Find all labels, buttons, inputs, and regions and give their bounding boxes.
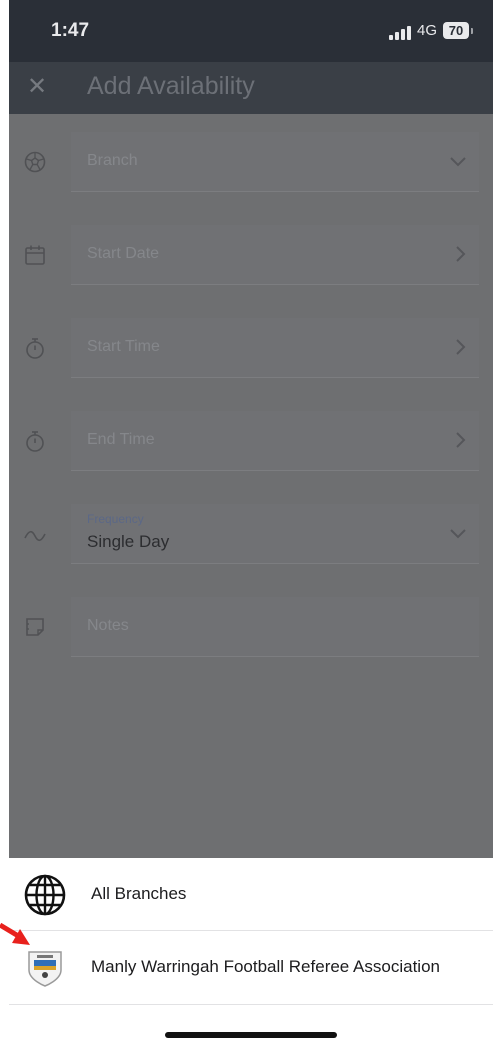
branch-placeholder: Branch	[87, 152, 138, 169]
end-time-row[interactable]: End Time	[9, 411, 493, 471]
option-all-branches[interactable]: All Branches	[9, 858, 493, 930]
phone-screen: 1:47 4G 70 ✕ Add Availability Branch Sta…	[9, 0, 493, 1045]
branch-field[interactable]: Branch	[71, 132, 479, 192]
note-icon	[26, 618, 44, 636]
end-time-placeholder: End Time	[87, 431, 155, 448]
chevron-down-icon	[450, 157, 466, 167]
chevron-right-icon	[456, 339, 466, 355]
notes-placeholder: Notes	[87, 617, 129, 634]
start-date-field[interactable]: Start Date	[71, 225, 479, 285]
start-time-placeholder: Start Time	[87, 338, 160, 355]
battery-icon: 70	[443, 22, 469, 39]
start-time-field[interactable]: Start Time	[71, 318, 479, 378]
battery-tip	[471, 28, 473, 34]
end-time-field[interactable]: End Time	[71, 411, 479, 471]
signal-icon	[389, 26, 413, 40]
frequency-label: Frequency	[87, 512, 144, 526]
frequency-row[interactable]: Frequency Single Day	[9, 504, 493, 564]
frequency-field[interactable]: Frequency Single Day	[71, 504, 479, 564]
notes-field[interactable]: Notes	[71, 597, 479, 657]
start-date-placeholder: Start Date	[87, 245, 160, 262]
annotation-arrow-icon	[0, 922, 30, 945]
status-time: 1:47	[51, 20, 90, 41]
wave-icon	[24, 530, 46, 542]
soccer-ball-icon	[24, 151, 46, 173]
frequency-value: Single Day	[87, 532, 170, 551]
option-label: All Branches	[91, 884, 187, 903]
start-time-row[interactable]: Start Time	[9, 318, 493, 378]
chevron-down-icon	[450, 529, 466, 539]
page-title: Add Availability	[87, 72, 255, 100]
chevron-right-icon	[456, 432, 466, 448]
close-icon[interactable]: ✕	[27, 72, 47, 101]
branch-picker-sheet: All Branches Manly Warringah Football Re…	[9, 858, 493, 1045]
home-indicator[interactable]	[165, 1032, 337, 1038]
notes-row[interactable]: Notes	[9, 597, 493, 657]
start-date-row[interactable]: Start Date	[9, 225, 493, 285]
branch-row[interactable]: Branch	[9, 132, 493, 192]
availability-form: Branch Start Date Start Time End Time Fr…	[9, 114, 493, 858]
stopwatch-icon	[26, 338, 44, 359]
network-type: 4G	[417, 22, 438, 39]
calendar-icon	[25, 245, 45, 265]
divider	[9, 1004, 493, 1005]
app-bar: ✕ Add Availability	[9, 62, 493, 114]
option-manly-warringah[interactable]: Manly Warringah Football Referee Associa…	[9, 931, 493, 1003]
status-bar: 1:47 4G 70	[9, 0, 493, 62]
option-label: Manly Warringah Football Referee Associa…	[91, 957, 440, 976]
globe-icon	[24, 874, 66, 916]
stopwatch-icon	[26, 431, 44, 452]
chevron-right-icon	[456, 246, 466, 262]
